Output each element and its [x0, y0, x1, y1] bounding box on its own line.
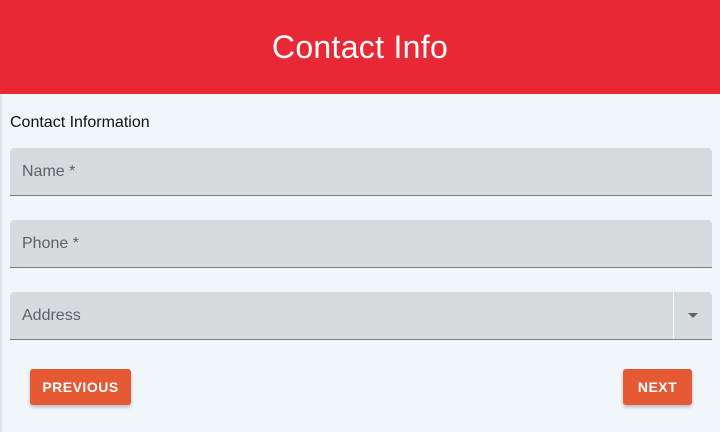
page-title: Contact Info: [271, 28, 449, 65]
chevron-down-icon[interactable]: [688, 313, 698, 318]
contact-form: Contact Information Name * Phone * Addre…: [0, 94, 720, 432]
app-header: Contact Info: [0, 0, 720, 94]
next-button[interactable]: NEXT: [623, 369, 692, 405]
address-label: Address: [22, 307, 81, 324]
name-field[interactable]: Name *: [10, 148, 712, 196]
name-label: Name *: [22, 163, 76, 180]
phone-label: Phone *: [22, 235, 79, 252]
phone-field[interactable]: Phone *: [10, 220, 712, 268]
previous-button[interactable]: PREVIOUS: [30, 369, 131, 405]
select-divider: [673, 292, 674, 339]
address-select[interactable]: Address: [10, 292, 712, 340]
section-title: Contact Information: [10, 114, 150, 131]
